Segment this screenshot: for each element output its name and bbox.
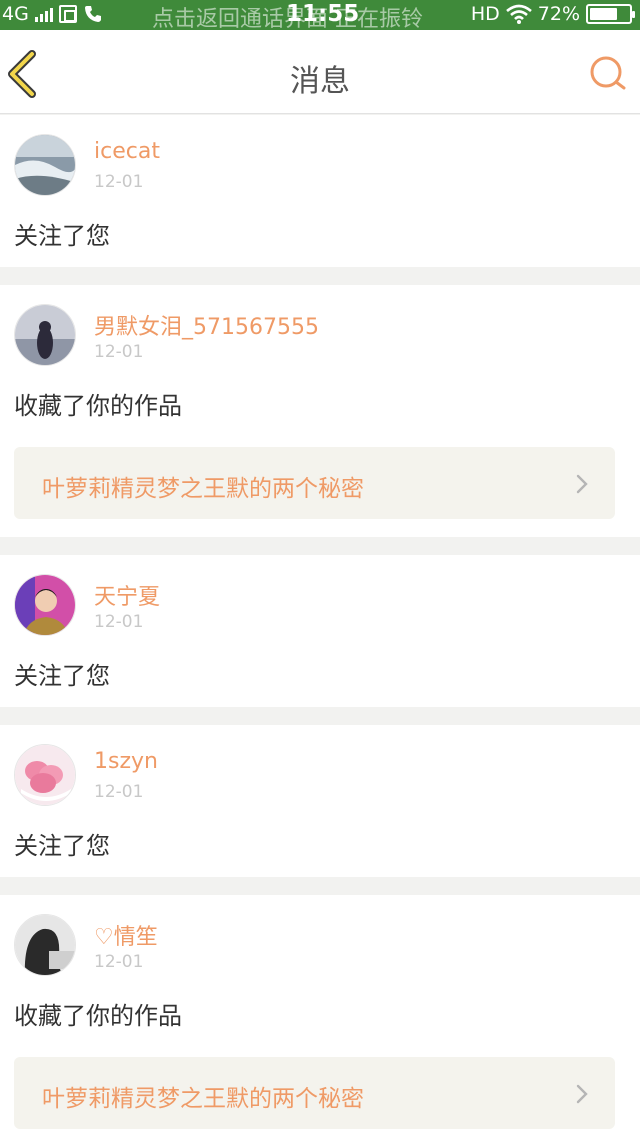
- message-item[interactable]: 天宁夏 12-01 关注了您: [0, 555, 640, 707]
- message-list: icecat 12-01 关注了您 男默女泪_571567555 12-01 收…: [0, 115, 640, 1144]
- battery-percent: 72%: [537, 3, 580, 25]
- battery-fill: [590, 8, 618, 20]
- message-text: 关注了您: [14, 662, 110, 690]
- network-type: 4G: [2, 3, 29, 25]
- username[interactable]: 1szyn: [94, 749, 158, 774]
- phone-icon: [84, 6, 101, 22]
- message-text: 关注了您: [14, 832, 110, 860]
- message-text: 收藏了你的作品: [14, 1002, 182, 1030]
- message-item[interactable]: 男默女泪_571567555 12-01 收藏了你的作品 叶萝莉精灵梦之王默的两…: [0, 285, 640, 537]
- page-title: 消息: [290, 64, 350, 99]
- work-link[interactable]: 叶萝莉精灵梦之王默的两个秘密: [14, 1057, 615, 1129]
- sim-icon: [58, 5, 77, 23]
- search-button[interactable]: [588, 54, 628, 94]
- chevron-right-icon: [576, 474, 588, 494]
- battery-icon: [586, 4, 635, 24]
- signal-icon: [34, 6, 53, 22]
- username[interactable]: 男默女泪_571567555: [94, 309, 319, 341]
- avatar[interactable]: [14, 914, 76, 976]
- avatar[interactable]: [14, 574, 76, 636]
- avatar[interactable]: [14, 134, 76, 196]
- chevron-right-icon: [576, 1084, 588, 1104]
- message-text: 关注了您: [14, 222, 110, 250]
- message-item[interactable]: 1szyn 12-01 关注了您: [0, 725, 640, 877]
- hd-label: HD: [470, 3, 500, 25]
- wifi-icon: [505, 4, 532, 24]
- message-text: 收藏了你的作品: [14, 392, 182, 420]
- work-title: 叶萝莉精灵梦之王默的两个秘密: [42, 1086, 364, 1112]
- message-date: 12-01: [94, 952, 144, 972]
- status-bar: 4G 点击返回通话界面 正在振铃 11:55 HD 72%: [0, 0, 640, 32]
- username[interactable]: 天宁夏: [94, 579, 160, 611]
- message-item[interactable]: ♡情笙 12-01 收藏了你的作品 叶萝莉精灵梦之王默的两个秘密: [0, 895, 640, 1144]
- work-link[interactable]: 叶萝莉精灵梦之王默的两个秘密: [14, 447, 615, 519]
- message-date: 12-01: [94, 782, 144, 802]
- message-date: 12-01: [94, 612, 144, 632]
- avatar[interactable]: [14, 744, 76, 806]
- message-date: 12-01: [94, 342, 144, 362]
- message-date: 12-01: [94, 172, 144, 192]
- nav-bar: 消息: [0, 30, 640, 114]
- avatar[interactable]: [14, 304, 76, 366]
- search-icon: [590, 56, 626, 90]
- username[interactable]: icecat: [94, 139, 160, 164]
- status-time: 11:55: [286, 1, 360, 27]
- username[interactable]: ♡情笙: [94, 919, 158, 951]
- status-right: HD 72%: [470, 3, 635, 25]
- work-title: 叶萝莉精灵梦之王默的两个秘密: [42, 476, 364, 502]
- message-item[interactable]: icecat 12-01 关注了您: [0, 115, 640, 267]
- status-left: 4G: [2, 3, 103, 25]
